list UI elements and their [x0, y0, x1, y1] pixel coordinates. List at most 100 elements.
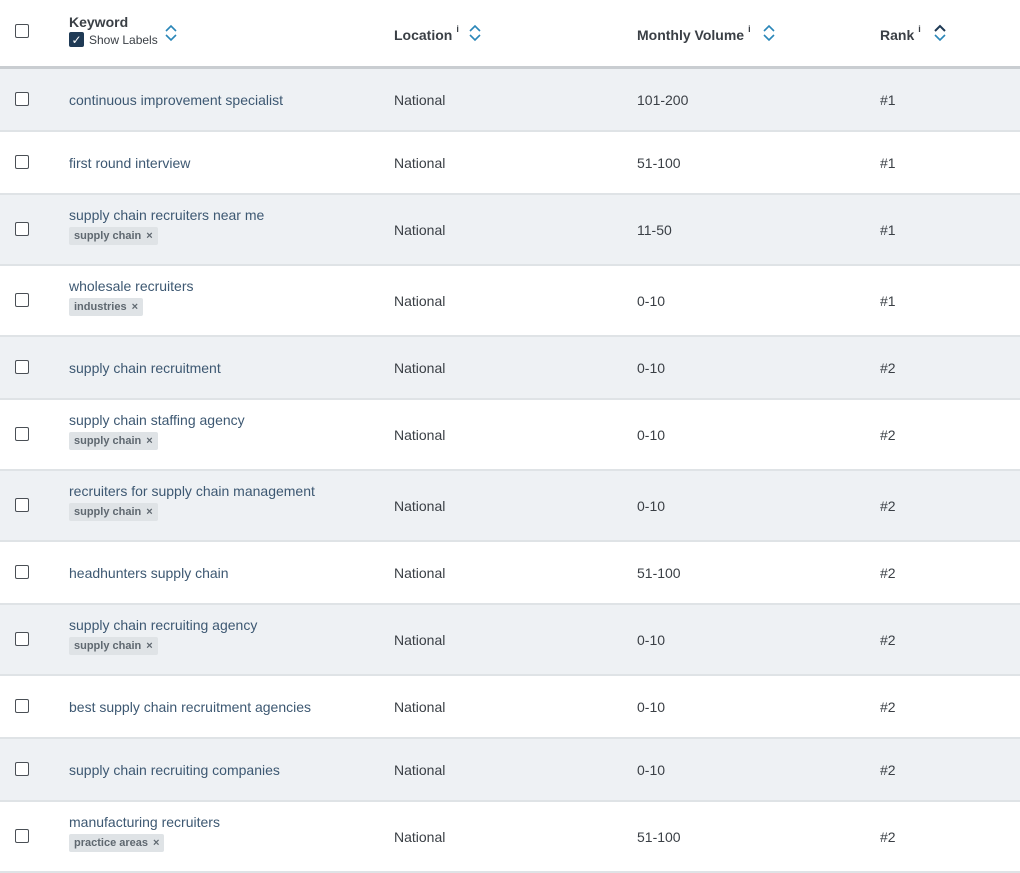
rank-cell: #2: [880, 426, 896, 443]
keyword-label-tag: supply chain ×: [69, 637, 158, 655]
keyword-link[interactable]: wholesale recruiters: [69, 278, 194, 294]
location-cell: National: [394, 91, 446, 108]
table-row: recruiters for supply chain management su…: [0, 471, 1020, 542]
rank-cell: #1: [880, 154, 896, 171]
rank-cell: #1: [880, 221, 896, 238]
remove-tag-icon[interactable]: ×: [146, 640, 152, 652]
info-icon[interactable]: i: [456, 24, 459, 34]
table-header: Keyword ✓ Show Labels Location i Monthly …: [0, 0, 1020, 69]
select-all-checkbox[interactable]: [15, 24, 29, 38]
location-cell: National: [394, 761, 446, 778]
info-icon[interactable]: i: [918, 24, 921, 34]
keyword-cell: recruiters for supply chain management su…: [69, 483, 315, 521]
keyword-link[interactable]: best supply chain recruitment agencies: [69, 699, 311, 715]
monthly-volume-cell: 51-100: [637, 154, 681, 171]
keyword-cell: best supply chain recruitment agencies: [69, 699, 311, 715]
monthly-volume-cell: 51-100: [637, 828, 681, 845]
keyword-link[interactable]: manufacturing recruiters: [69, 814, 220, 830]
sort-ascending-icon[interactable]: [933, 23, 947, 43]
keyword-link[interactable]: supply chain staffing agency: [69, 412, 245, 428]
keyword-column-header: Keyword: [69, 14, 129, 30]
row-checkbox[interactable]: [15, 828, 29, 843]
table-body: continuous improvement specialist Nationa…: [0, 69, 1020, 873]
keyword-link[interactable]: supply chain recruiters near me: [69, 207, 264, 223]
sort-icon[interactable]: [762, 23, 776, 43]
row-checkbox[interactable]: [15, 359, 29, 374]
info-icon[interactable]: i: [748, 24, 751, 34]
location-cell: National: [394, 564, 446, 581]
monthly-volume-cell: 0-10: [637, 698, 666, 715]
tag-label: supply chain: [74, 230, 142, 242]
row-checkbox[interactable]: [15, 221, 29, 236]
row-checkbox[interactable]: [15, 91, 29, 106]
row-checkbox[interactable]: [15, 292, 29, 307]
table-row: manufacturing recruiters practice areas × N…: [0, 802, 1020, 873]
show-labels-label: Show Labels: [89, 32, 158, 47]
row-checkbox[interactable]: [15, 564, 29, 579]
remove-tag-icon[interactable]: ×: [153, 837, 159, 849]
location-cell: National: [394, 154, 446, 171]
keyword-cell: first round interview: [69, 155, 190, 171]
keyword-link[interactable]: supply chain recruiting companies: [69, 762, 280, 778]
table-row: supply chain recruiting agency supply cha…: [0, 605, 1020, 676]
table-row: continuous improvement specialist Nationa…: [0, 69, 1020, 132]
keyword-link[interactable]: supply chain recruiting agency: [69, 617, 257, 633]
remove-tag-icon[interactable]: ×: [146, 435, 152, 447]
keyword-label-tag: supply chain ×: [69, 432, 158, 450]
keyword-cell: supply chain staffing agency supply chain…: [69, 412, 245, 450]
monthly-volume-column-header: Monthly Volume i: [637, 24, 751, 43]
monthly-volume-cell: 0-10: [637, 761, 666, 778]
location-cell: National: [394, 631, 446, 648]
monthly-volume-cell: 11-50: [637, 221, 672, 238]
rank-cell: #1: [880, 292, 896, 309]
row-checkbox[interactable]: [15, 497, 29, 512]
keyword-cell: supply chain recruiters near me supply ch…: [69, 207, 264, 245]
monthly-volume-cell: 0-10: [637, 631, 666, 648]
rank-cell: #2: [880, 698, 896, 715]
keyword-label-tag: supply chain ×: [69, 227, 158, 245]
row-checkbox[interactable]: [15, 631, 29, 646]
keyword-link[interactable]: continuous improvement specialist: [69, 92, 283, 108]
keyword-link[interactable]: recruiters for supply chain management: [69, 483, 315, 499]
remove-tag-icon[interactable]: ×: [146, 230, 152, 242]
keyword-cell: supply chain recruiting agency supply cha…: [69, 617, 257, 655]
table-row: supply chain staffing agency supply chain…: [0, 400, 1020, 471]
location-column-header: Location i: [394, 24, 459, 43]
remove-tag-icon[interactable]: ×: [132, 301, 138, 313]
keyword-link[interactable]: headhunters supply chain: [69, 565, 229, 581]
monthly-volume-cell: 0-10: [637, 426, 666, 443]
row-checkbox[interactable]: [15, 698, 29, 713]
location-cell: National: [394, 828, 446, 845]
table-row: first round interview National 51-100 #1: [0, 132, 1020, 195]
location-cell: National: [394, 221, 446, 238]
rank-cell: #1: [880, 91, 896, 108]
location-cell: National: [394, 426, 446, 443]
keyword-link[interactable]: supply chain recruitment: [69, 360, 221, 376]
row-checkbox[interactable]: [15, 154, 29, 169]
table-row: supply chain recruiting companies Nationa…: [0, 739, 1020, 802]
location-cell: National: [394, 497, 446, 514]
keyword-cell: headhunters supply chain: [69, 565, 229, 581]
location-header-label: Location: [394, 27, 453, 43]
tag-label: supply chain: [74, 435, 142, 447]
keyword-label-tag: supply chain ×: [69, 503, 158, 521]
rank-cell: #2: [880, 828, 896, 845]
sort-icon[interactable]: [468, 23, 482, 43]
monthly-volume-cell: 0-10: [637, 497, 666, 514]
checkmark-icon[interactable]: ✓: [69, 32, 84, 47]
row-checkbox[interactable]: [15, 426, 29, 441]
monthly-volume-cell: 0-10: [637, 359, 666, 376]
table-row: supply chain recruiters near me supply ch…: [0, 195, 1020, 266]
location-cell: National: [394, 292, 446, 309]
keyword-link[interactable]: first round interview: [69, 155, 190, 171]
keyword-cell: supply chain recruiting companies: [69, 762, 280, 778]
table-row: wholesale recruiters industries × National 0…: [0, 266, 1020, 337]
remove-tag-icon[interactable]: ×: [146, 506, 152, 518]
monthly-volume-cell: 51-100: [637, 564, 681, 581]
keyword-cell: wholesale recruiters industries ×: [69, 278, 194, 316]
show-labels-toggle[interactable]: ✓ Show Labels: [69, 32, 158, 47]
location-cell: National: [394, 698, 446, 715]
row-checkbox[interactable]: [15, 761, 29, 776]
sort-icon[interactable]: [164, 23, 178, 43]
rank-cell: #2: [880, 761, 896, 778]
